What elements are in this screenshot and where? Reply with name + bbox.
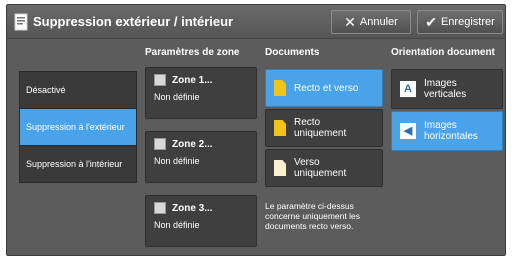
save-label: Enregistrer <box>440 16 495 28</box>
zones-heading: Paramètres de zone <box>145 47 240 58</box>
zone-status: Non définie <box>154 156 200 166</box>
document-settings-icon <box>14 13 28 31</box>
doc-back-button[interactable]: Verso uniquement <box>265 149 383 187</box>
documents-heading: Documents <box>265 47 320 58</box>
zone-status: Non définie <box>154 220 200 230</box>
doc-front-button[interactable]: Recto uniquement <box>265 109 383 147</box>
doc-duplex-button[interactable]: Recto et verso <box>265 69 383 107</box>
orientation-portrait-button[interactable]: A Images verticales <box>391 69 503 109</box>
mode-list: Désactivé Suppression à l'extérieur Supp… <box>19 71 137 183</box>
orientation-landscape-button[interactable]: ◀ Images horizontales <box>391 111 503 151</box>
mode-item-label: Désactivé <box>26 84 66 95</box>
mode-item-inside[interactable]: Suppression à l'intérieur <box>20 146 136 183</box>
zone-title: Zone 1... <box>172 74 213 86</box>
mode-item-off[interactable]: Désactivé <box>20 72 136 109</box>
mode-item-outside[interactable]: Suppression à l'extérieur <box>20 109 136 146</box>
duplex-doc-icon <box>274 80 286 96</box>
doc-label: Verso uniquement <box>294 157 347 179</box>
zone-icon <box>154 202 166 214</box>
zone-title: Zone 3... <box>172 202 213 214</box>
zone-3-button[interactable]: Zone 3... Non définie <box>145 195 257 247</box>
landscape-orientation-icon: ◀ <box>400 123 416 139</box>
page-title: Suppression extérieur / intérieur <box>33 14 234 29</box>
zone-2-button[interactable]: Zone 2... Non définie <box>145 131 257 183</box>
orientation-label: Images verticales <box>424 78 467 100</box>
mode-item-label: Suppression à l'intérieur <box>26 159 123 169</box>
zone-title: Zone 2... <box>172 138 213 150</box>
cancel-label: Annuler <box>359 16 398 28</box>
back-doc-icon <box>274 160 286 176</box>
check-icon: ✔ <box>425 14 437 30</box>
doc-label: Recto uniquement <box>294 117 347 139</box>
cancel-button[interactable]: ✕ Annuler <box>331 10 411 34</box>
zone-status: Non définie <box>154 92 200 102</box>
doc-label: Recto et verso <box>294 82 359 94</box>
close-icon: ✕ <box>344 14 356 30</box>
zone-icon <box>154 138 166 150</box>
zone-1-button[interactable]: Zone 1... Non définie <box>145 67 257 119</box>
mode-item-label: Suppression à l'extérieur <box>26 121 125 132</box>
orientation-heading: Orientation document <box>391 47 495 58</box>
documents-note: Le paramètre ci-dessus concerne uniqueme… <box>265 201 360 231</box>
front-doc-icon <box>274 120 286 136</box>
portrait-orientation-icon: A <box>400 81 416 97</box>
dialog-panel: Suppression extérieur / intérieur ✕ Annu… <box>6 4 506 256</box>
header-bar: Suppression extérieur / intérieur ✕ Annu… <box>7 5 505 39</box>
save-button[interactable]: ✔ Enregistrer <box>417 10 503 34</box>
orientation-label: Images horizontales <box>424 120 478 142</box>
zone-icon <box>154 74 166 86</box>
